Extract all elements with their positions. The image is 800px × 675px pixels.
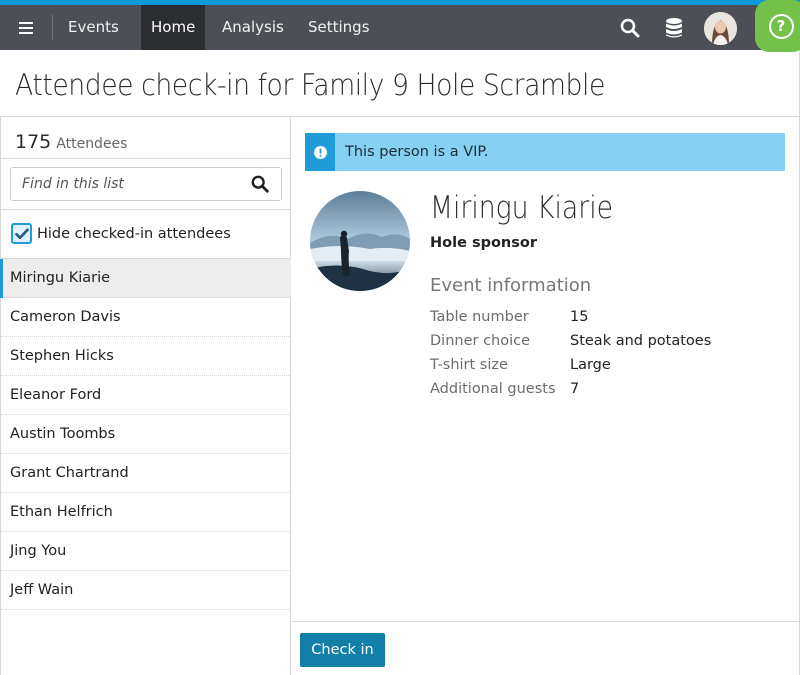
attendee-count-number: 175 <box>15 131 52 153</box>
info-row-additional-guests: Additional guests 7 <box>430 378 711 402</box>
nav-settings[interactable]: Settings <box>298 5 380 50</box>
checkmark-icon <box>14 228 29 239</box>
info-label: Dinner choice <box>430 333 531 349</box>
info-value: Steak and potatoes <box>570 333 712 349</box>
vip-banner: This person is a VIP. <box>305 133 785 171</box>
page-title: Attendee check-in for Family 9 Hole Scra… <box>15 68 605 102</box>
info-value: Large <box>570 357 611 373</box>
info-value: 15 <box>570 309 589 325</box>
nav-analysis[interactable]: Analysis <box>212 5 294 50</box>
divider <box>1 209 291 210</box>
attendee-name: Miringu Kiarie <box>430 190 614 226</box>
user-avatar[interactable] <box>704 12 737 45</box>
hamburger-menu-icon[interactable] <box>0 5 52 50</box>
info-row-table-number: Table number 15 <box>430 306 711 330</box>
attendee-sidebar: 175Attendees Hide checked-in attendees M… <box>0 117 291 675</box>
info-row-tshirt-size: T-shirt size Large <box>430 354 711 378</box>
footer-divider <box>291 621 800 622</box>
database-icon[interactable] <box>663 5 685 50</box>
event-info-table: Table number 15 Dinner choice Steak and … <box>430 306 711 402</box>
attendee-count: 175 Attendees <box>15 131 127 153</box>
attendee-list: Miringu Kiarie Cameron Davis Stephen Hic… <box>0 259 291 610</box>
search-icon[interactable] <box>251 175 269 197</box>
attendee-item[interactable]: Cameron Davis <box>1 298 291 337</box>
nav-divider <box>52 15 53 40</box>
attendee-item[interactable]: Eleanor Ford <box>1 376 291 415</box>
attendee-count-label: Attendees <box>56 136 128 152</box>
info-label: Additional guests <box>430 381 556 397</box>
event-info-heading: Event information <box>430 275 592 296</box>
attendee-item[interactable]: Jing You <box>1 532 291 571</box>
top-navigation: Events Home Analysis Settings ? <box>0 0 800 52</box>
vip-message: This person is a VIP. <box>345 144 489 160</box>
check-in-button[interactable]: Check in <box>300 633 385 667</box>
info-label: T-shirt size <box>430 357 508 373</box>
attendee-photo <box>310 191 410 291</box>
attendee-item[interactable]: Stephen Hicks <box>1 337 291 376</box>
attendee-item[interactable]: Austin Toombs <box>1 415 291 454</box>
hide-checked-in-label[interactable]: Hide checked-in attendees <box>37 226 231 242</box>
info-label: Table number <box>430 309 529 325</box>
attendee-item[interactable]: Grant Chartrand <box>1 454 291 493</box>
nav-home[interactable]: Home <box>141 5 206 50</box>
nav-events[interactable]: Events <box>58 5 129 50</box>
attendee-item[interactable]: Jeff Wain <box>1 571 291 610</box>
info-value: 7 <box>570 381 580 397</box>
help-icon: ? <box>768 13 794 39</box>
hide-checked-in-checkbox[interactable] <box>11 223 32 244</box>
attendee-role: Hole sponsor <box>430 235 537 251</box>
help-button[interactable]: ? <box>755 0 800 52</box>
search-icon[interactable] <box>617 5 643 50</box>
search-input[interactable] <box>11 168 241 200</box>
hide-checked-in-row: Hide checked-in attendees <box>11 223 231 244</box>
info-icon <box>305 133 335 171</box>
attendee-item[interactable]: Ethan Helfrich <box>1 493 291 532</box>
divider <box>1 158 291 159</box>
attendee-item-selected[interactable]: Miringu Kiarie <box>0 259 291 298</box>
info-row-dinner-choice: Dinner choice Steak and potatoes <box>430 330 711 354</box>
search-box <box>10 167 282 201</box>
